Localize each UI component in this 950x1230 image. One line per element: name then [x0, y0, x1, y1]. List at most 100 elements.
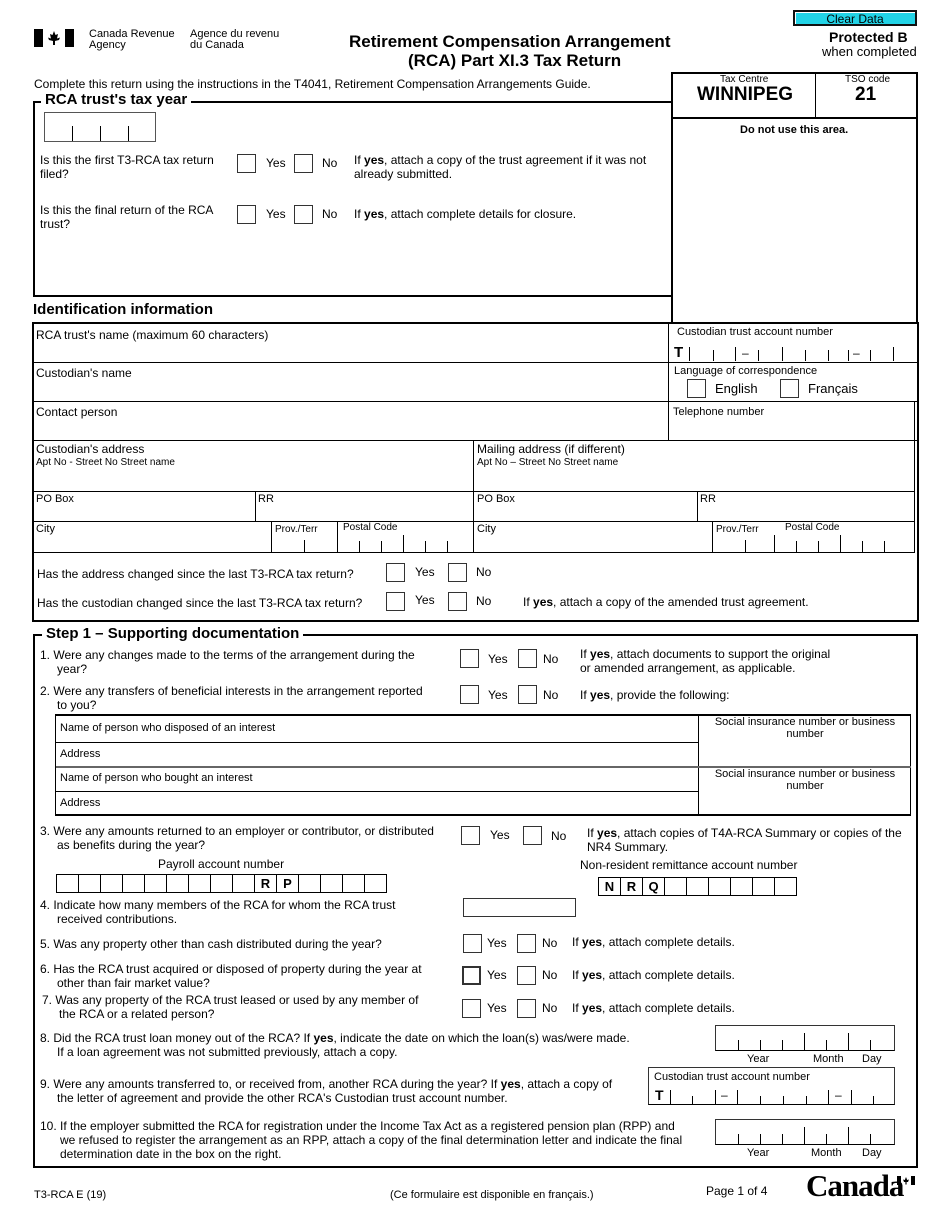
address-changed-yes-checkbox[interactable] [386, 563, 405, 582]
account-digit-cell[interactable] [78, 874, 101, 893]
custodian-changed-no-checkbox[interactable] [448, 592, 467, 611]
q2-yes-label: Yes [488, 688, 508, 702]
custodian-rr-field[interactable] [256, 492, 472, 521]
account-digit-cell[interactable] [320, 874, 343, 893]
final-return-yes-checkbox[interactable] [237, 205, 256, 224]
q2-text-2: to you? [57, 698, 97, 712]
account-digit-cell[interactable] [56, 874, 79, 893]
english-checkbox[interactable] [687, 379, 706, 398]
mailing-postal-code-label: Postal Code [785, 522, 840, 533]
mailing-po-box-label: PO Box [477, 493, 515, 505]
address-changed-no-checkbox[interactable] [448, 563, 467, 582]
q5-text: 5. Was any property other than cash dist… [40, 937, 382, 951]
account-digit-cell[interactable] [752, 877, 775, 896]
q8-loan-date-input[interactable] [715, 1025, 895, 1051]
address-changed-question: Has the address changed since the last T… [37, 567, 354, 581]
q4-members-input[interactable] [463, 898, 576, 917]
q2-yes-checkbox[interactable] [460, 685, 479, 704]
q5-no-checkbox[interactable] [517, 934, 536, 953]
account-digit-cell[interactable]: R [620, 877, 643, 896]
q7-no-label: No [542, 1001, 558, 1015]
account-dash-2: – [853, 346, 860, 360]
language-label: Language of correspondence [674, 365, 818, 377]
account-digit-cell[interactable] [686, 877, 709, 896]
custodian-address-sublabel: Apt No - Street No Street name [36, 457, 175, 468]
account-dash-1: – [742, 346, 749, 360]
q2-text: 2. Were any transfers of beneficial inte… [40, 684, 423, 698]
account-digit-cell[interactable] [298, 874, 321, 893]
custodian-city-field[interactable] [33, 522, 271, 552]
q6-yes-checkbox[interactable] [462, 966, 481, 985]
mailing-city-field[interactable] [474, 522, 712, 552]
account-digit-cell[interactable] [144, 874, 167, 893]
address-changed-yes-label: Yes [415, 565, 435, 579]
first-return-note: If yes, attach a copy of the trust agree… [354, 153, 647, 181]
q3-note: If yes, attach copies of T4A-RCA Summary… [587, 826, 902, 840]
q4-text-2: received contributions. [57, 912, 178, 926]
custodian-name-label: Custodian's name [36, 366, 132, 380]
account-digit-cell[interactable]: R [254, 874, 277, 893]
q4-text: 4. Indicate how many members of the RCA … [40, 898, 396, 912]
custodian-account-input[interactable] [672, 342, 916, 361]
account-digit-cell[interactable] [100, 874, 123, 893]
q1-yes-checkbox[interactable] [460, 649, 479, 668]
q1-no-checkbox[interactable] [518, 649, 537, 668]
q9-custodian-account-label: Custodian trust account number [654, 1071, 810, 1083]
account-digit-cell[interactable] [232, 874, 255, 893]
french-availability-note: (Ce formulaire est disponible en françai… [390, 1189, 594, 1201]
q8-month-label: Month [813, 1053, 844, 1065]
q6-yes-label: Yes [487, 968, 507, 982]
final-return-no-checkbox[interactable] [294, 205, 313, 224]
clear-data-button[interactable]: Clear Data [793, 10, 917, 26]
q10-text-3: determination date in the box on the rig… [60, 1147, 282, 1161]
q7-no-checkbox[interactable] [517, 999, 536, 1018]
q7-yes-checkbox[interactable] [462, 999, 481, 1018]
account-digit-cell[interactable] [188, 874, 211, 893]
account-digit-cell[interactable]: P [276, 874, 299, 893]
step1-title: Step 1 – Supporting documentation [42, 626, 304, 642]
q9-text-2: the letter of agreement and provide the … [57, 1091, 508, 1105]
first-return-yes-checkbox[interactable] [237, 154, 256, 173]
q2-no-checkbox[interactable] [518, 685, 537, 704]
q5-yes-checkbox[interactable] [463, 934, 482, 953]
q1-text: 1. Were any changes made to the terms of… [40, 648, 415, 662]
q6-no-checkbox[interactable] [517, 966, 536, 985]
first-return-yes-label: Yes [266, 156, 286, 170]
account-digit-cell[interactable] [774, 877, 797, 896]
bought-address-field[interactable] [56, 792, 698, 815]
q10-determination-date-input[interactable] [715, 1119, 895, 1145]
first-return-no-checkbox[interactable] [294, 154, 313, 173]
account-digit-cell[interactable]: N [598, 877, 621, 896]
account-digit-cell[interactable] [342, 874, 365, 893]
account-digit-cell[interactable] [708, 877, 731, 896]
form-code: T3-RCA E (19) [34, 1189, 107, 1201]
q5-no-label: No [542, 936, 558, 950]
instructions-text: Complete this return using the instructi… [34, 77, 591, 91]
contact-person-field[interactable] [33, 402, 668, 440]
account-digit-cell[interactable]: Q [642, 877, 665, 896]
nr-account-label: Non-resident remittance account number [580, 858, 798, 872]
q8-text: 8. Did the RCA trust loan money out of t… [40, 1031, 630, 1045]
q3-no-checkbox[interactable] [523, 826, 542, 845]
q3-yes-checkbox[interactable] [461, 826, 480, 845]
custodian-changed-yes-checkbox[interactable] [386, 592, 405, 611]
bought-address-label: Address [60, 797, 101, 809]
account-digit-cell[interactable] [166, 874, 189, 893]
mailing-rr-field[interactable] [698, 492, 914, 521]
account-digit-cell[interactable] [664, 877, 687, 896]
account-digit-cell[interactable] [210, 874, 233, 893]
disposed-name-label: Name of person who disposed of an intere… [60, 722, 276, 734]
q9-custodian-account-input[interactable]: Custodian trust account number T – – [648, 1067, 895, 1105]
q6-no-label: No [542, 968, 558, 982]
custodian-changed-question: Has the custodian changed since the last… [37, 596, 363, 610]
disposed-address-field[interactable] [56, 743, 698, 766]
canada-wordmark-flag-icon [897, 1172, 915, 1185]
account-digit-cell[interactable] [364, 874, 387, 893]
account-digit-cell[interactable] [122, 874, 145, 893]
q6-text-2: other than fair market value? [57, 976, 210, 990]
q1-yes-label: Yes [488, 652, 508, 666]
francais-checkbox[interactable] [780, 379, 799, 398]
q6-note: If yes, attach complete details. [572, 968, 735, 982]
agency-name-fr-2: du Canada [190, 39, 244, 51]
account-digit-cell[interactable] [730, 877, 753, 896]
